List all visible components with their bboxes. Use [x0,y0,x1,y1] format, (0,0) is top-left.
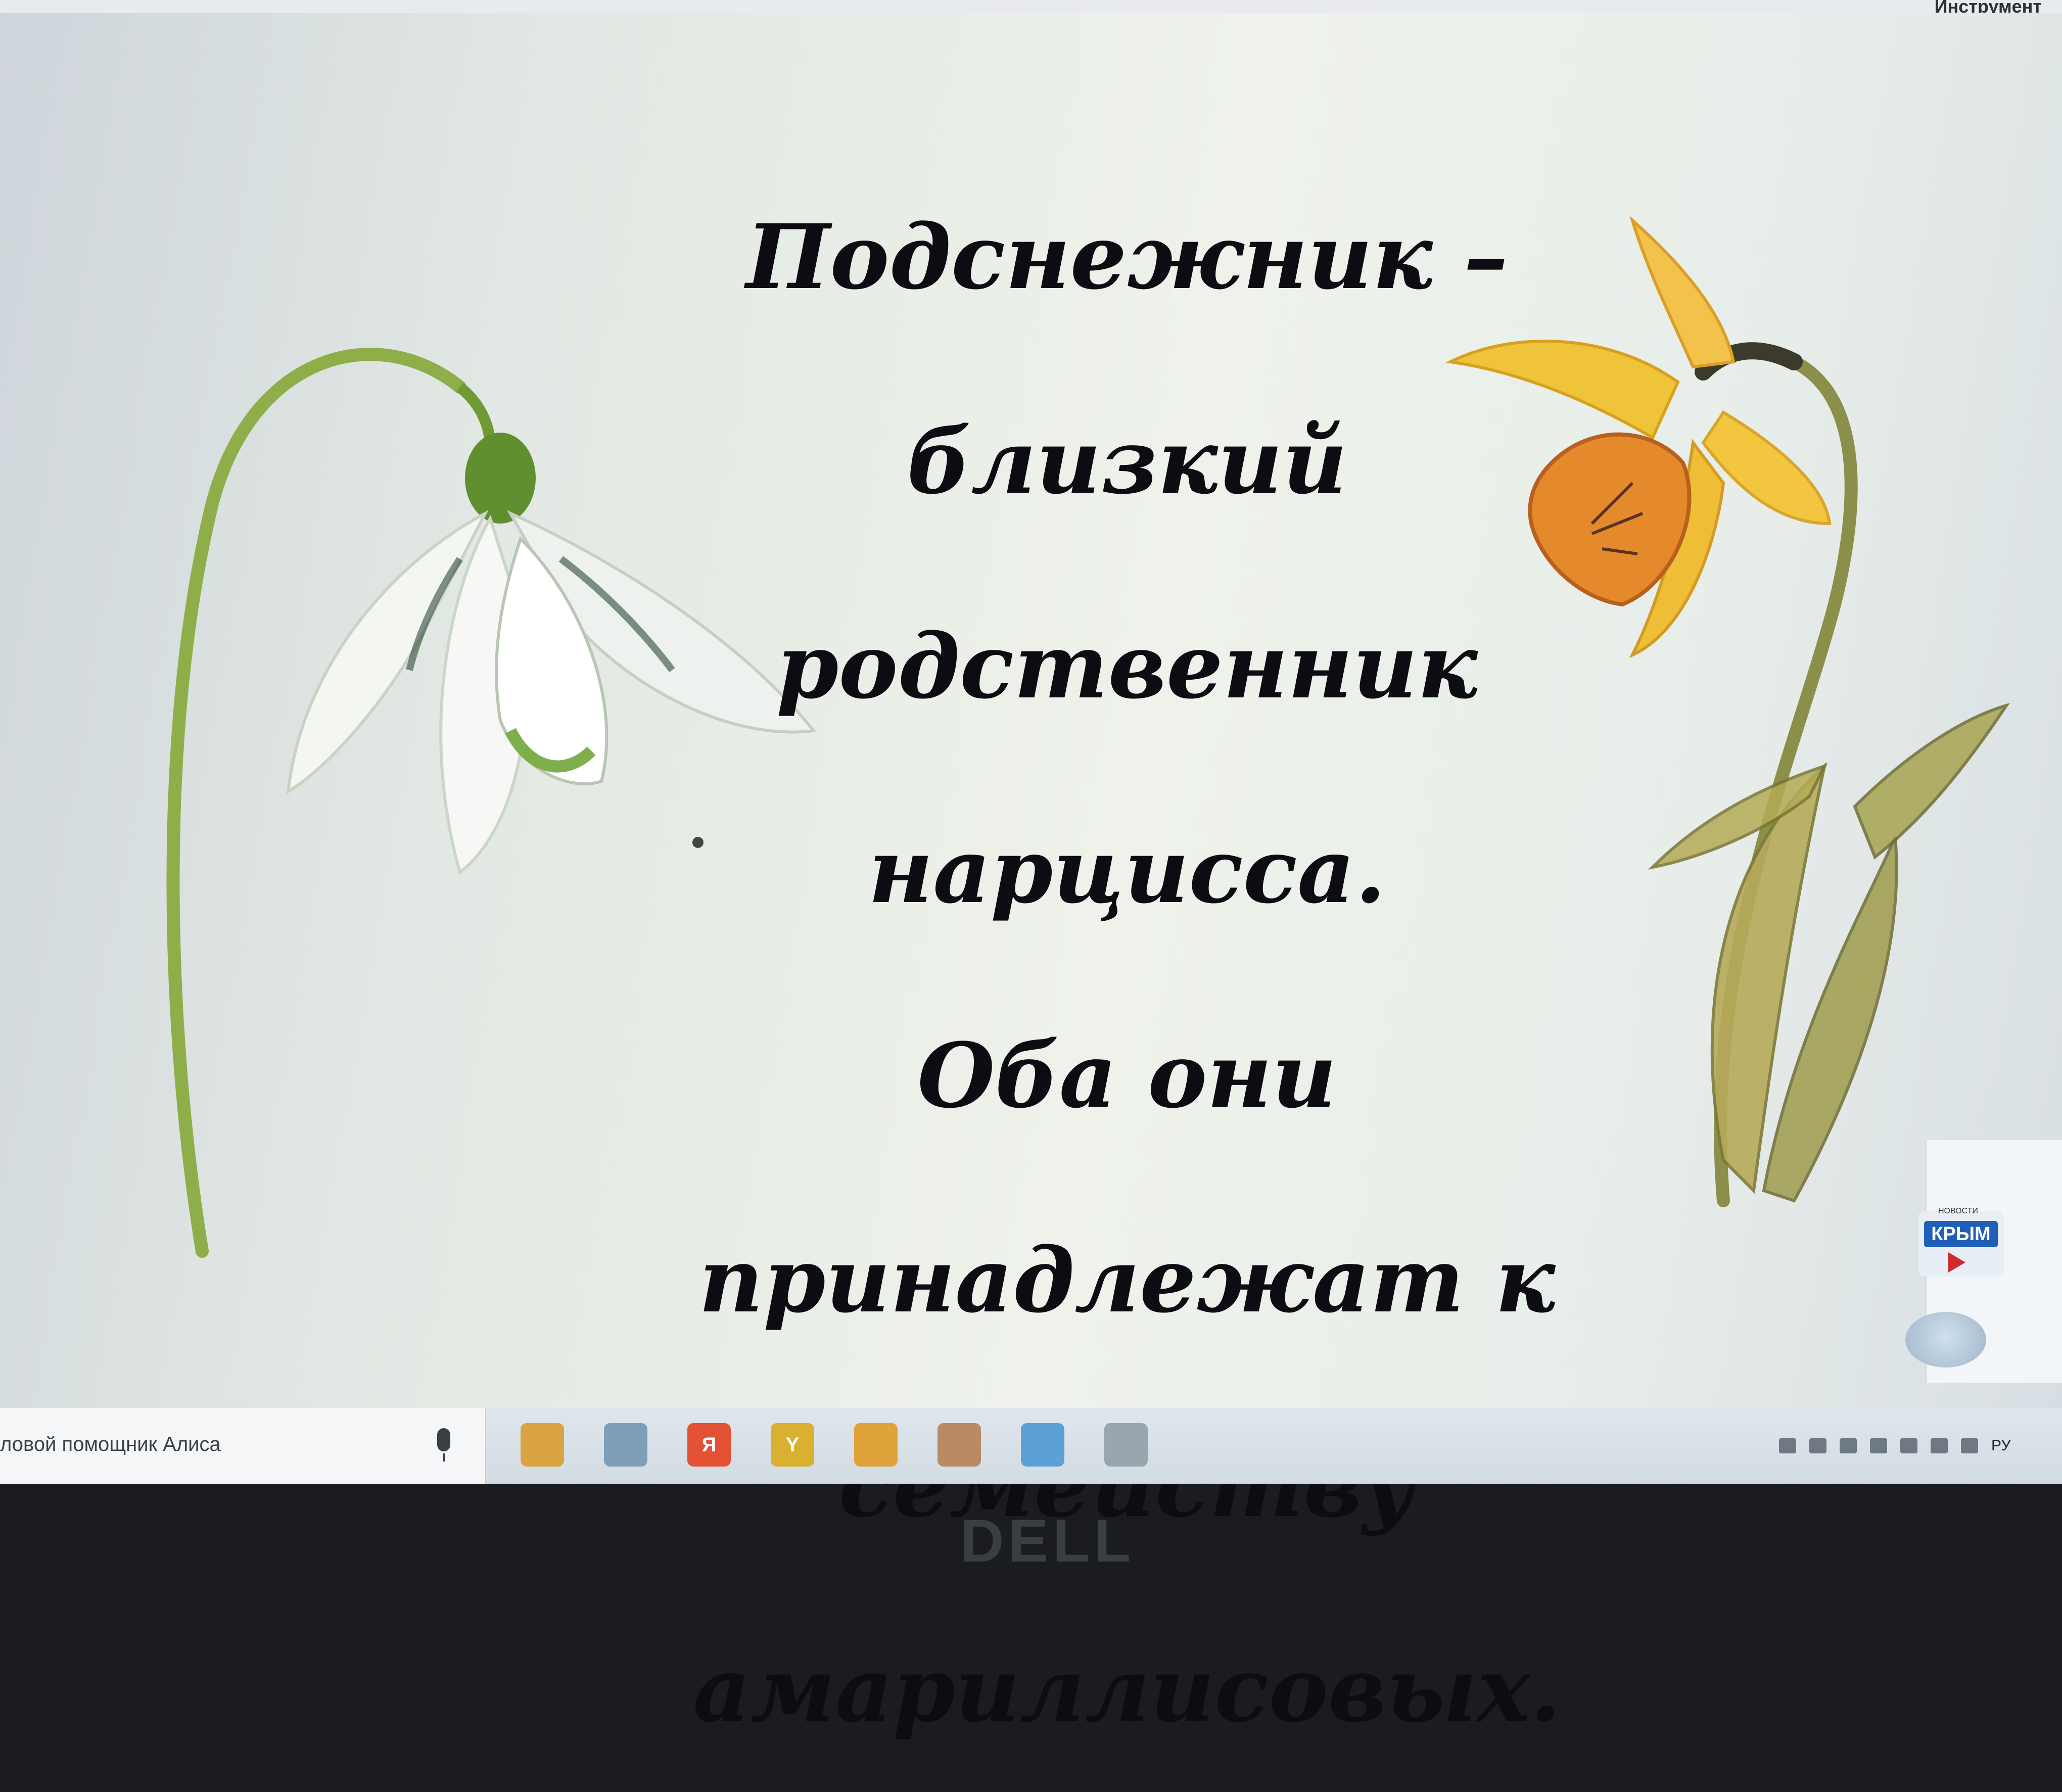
display-icon[interactable] [1840,1438,1857,1453]
widget-avatar[interactable] [1905,1312,1986,1367]
calendar-icon[interactable] [604,1423,647,1467]
play-arrow-icon [1948,1252,1965,1272]
presentation-slide: Подснежник – близкий родственник нарцисс… [0,13,2062,1742]
chrome-icon[interactable] [854,1423,898,1467]
taskbar: ловой помощник Алиса ЯY РУ [0,1408,2062,1484]
app-icon[interactable] [938,1423,981,1467]
microphone-icon[interactable] [437,1428,450,1461]
slide-line: нарцисса. [868,819,1386,923]
volume-icon[interactable] [1961,1438,1978,1453]
slide-line: родственник [776,614,1478,719]
screen: Подснежник – близкий родственник нарцисс… [0,13,2062,1742]
file-explorer-icon[interactable] [521,1423,564,1467]
slide-line: Оба они [917,1023,1337,1128]
search-placeholder: ловой помощник Алиса [0,1433,221,1455]
yandex-browser-icon[interactable]: Y [771,1423,814,1467]
slide-line: близкий [907,409,1347,514]
slide-line: принадлежат к [698,1228,1556,1333]
slide-line: амариллисовых. [693,1637,1561,1742]
wifi-icon[interactable] [1900,1438,1917,1453]
battery-icon[interactable] [1931,1438,1948,1453]
app-toolbar: Инструмент [0,0,2062,17]
taskbar-search-box[interactable]: ловой помощник Алиса [0,1408,486,1484]
usb-icon[interactable] [1870,1438,1887,1453]
photo-icon[interactable] [1104,1423,1148,1467]
language-indicator[interactable]: РУ [1991,1437,2010,1454]
news-crimea-logo[interactable]: НОВОСТИ КРЫМ [1918,1207,2004,1277]
slide-line: Подснежник – [746,205,1508,309]
network-icon[interactable] [1779,1438,1796,1453]
telegram-icon[interactable] [1021,1423,1064,1467]
system-tray: РУ [1769,1408,2062,1484]
news-logo-badge: КРЫМ [1924,1221,1998,1247]
security-icon[interactable] [1809,1438,1826,1453]
dell-logo: DELL [960,1507,1135,1575]
yandex-icon[interactable]: Я [687,1423,731,1467]
news-logo-small: НОВОСТИ [1938,1207,1978,1215]
